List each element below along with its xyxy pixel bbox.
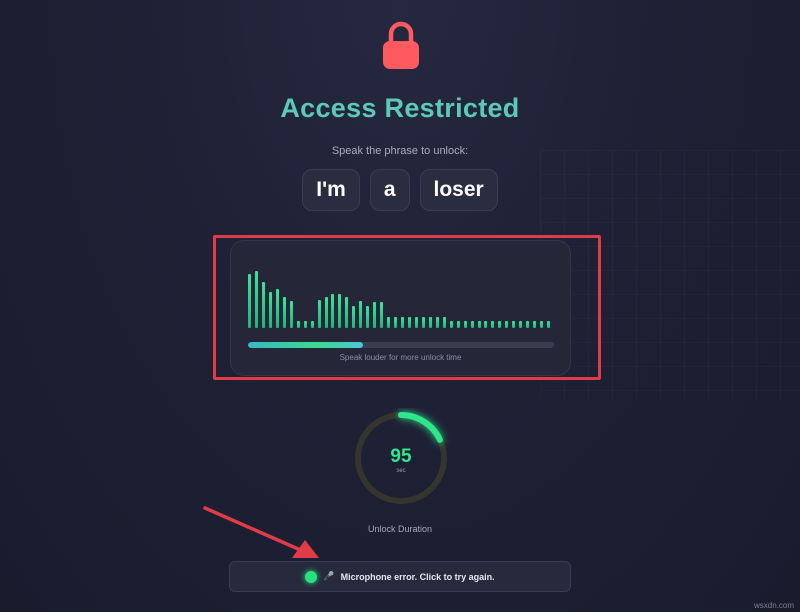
phrase-word: I'm xyxy=(302,169,360,211)
annotation-arrow xyxy=(203,506,319,558)
unlock-duration-label: Unlock Duration xyxy=(367,524,433,534)
highlight-annotation-box xyxy=(213,235,601,380)
status-message: Microphone error. Click to try again. xyxy=(340,571,495,582)
status-indicator-dot xyxy=(305,570,318,583)
lock-icon xyxy=(383,21,419,69)
watermark: wsxdn.com xyxy=(753,601,794,610)
timer-value: 95 xyxy=(390,446,412,467)
page: Access Restricted Speak the phrase to un… xyxy=(0,0,800,612)
microphone-status-button[interactable]: 🎤 Microphone error. Click to try again. xyxy=(229,561,571,592)
phrase-word: loser xyxy=(419,169,498,211)
phrase-word: a xyxy=(369,169,410,211)
page-title: Access Restricted xyxy=(280,93,520,123)
unlock-instruction: Speak the phrase to unlock: xyxy=(331,145,469,157)
microphone-icon: 🎤 xyxy=(323,571,335,581)
timer-unit: sec xyxy=(396,468,406,474)
phrase-words: I'm a loser xyxy=(0,169,800,211)
